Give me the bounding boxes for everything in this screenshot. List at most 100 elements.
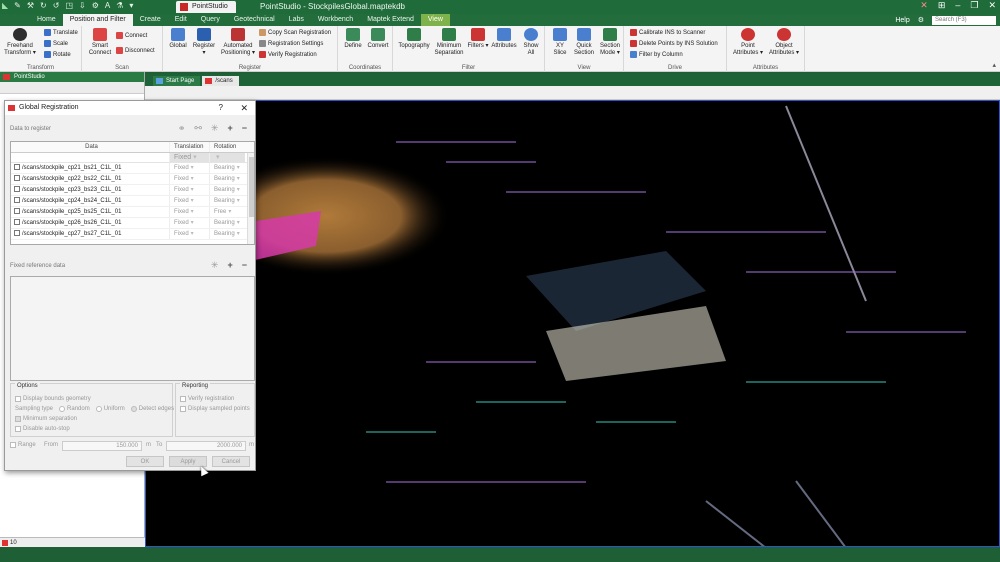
row-translation-select[interactable]: Fixed ▾ (169, 229, 209, 239)
tab-start-page[interactable]: Start Page (153, 76, 201, 86)
3d-viewport[interactable] (145, 100, 1000, 547)
tab-geotechnical[interactable]: Geotechnical (227, 14, 282, 26)
delete-points-ins-button[interactable]: Delete Points by INS Solution (630, 40, 718, 47)
text-tool-icon[interactable]: A (105, 1, 110, 10)
tab-view[interactable]: View (420, 14, 450, 26)
row-rotation-select[interactable]: Bearing ▾ (209, 196, 245, 206)
cancel-button[interactable]: Cancel (212, 456, 250, 467)
point-attributes-button[interactable]: Point Attributes ▾ (731, 28, 765, 57)
download-icon[interactable]: ⇩ (79, 1, 86, 10)
bulk-translation-select[interactable]: Fixed ▾ (169, 153, 209, 162)
minimize-icon[interactable]: – (955, 0, 960, 11)
row-translation-select[interactable]: Fixed ▾ (169, 218, 209, 228)
filter-by-column-button[interactable]: Filter by Column (630, 51, 683, 58)
add-icon[interactable]: + (227, 260, 232, 271)
detect-edges-radio[interactable] (130, 406, 137, 412)
uniform-radio[interactable] (95, 406, 102, 412)
minimum-separation-checkbox[interactable]: Minimum separation (15, 416, 77, 422)
registration-settings-button[interactable]: Registration Settings (259, 40, 323, 47)
topography-button[interactable]: Topography (397, 28, 431, 50)
col-translation[interactable]: Translation (169, 142, 209, 152)
quick-tool-icon[interactable]: ⚙ (92, 1, 99, 10)
table-scrollbar[interactable] (247, 153, 254, 244)
register-button[interactable]: Register ▾ (191, 28, 217, 57)
row-translation-select[interactable]: Fixed ▾ (169, 163, 209, 173)
filters-button[interactable]: Filters ▾ (467, 28, 489, 50)
attributes-button[interactable]: Attributes (489, 28, 519, 50)
unlink-icon[interactable]: ⚯ (194, 123, 202, 134)
quick-tool-icon[interactable]: ⚒ (27, 1, 34, 10)
quick-tool-icon[interactable]: ◳ (65, 1, 73, 10)
dropdown-icon[interactable]: ▾ (129, 1, 133, 10)
select-icon[interactable]: ✳ (211, 260, 219, 271)
col-data[interactable]: Data (11, 142, 169, 152)
table-row[interactable]: /scans/stockpile_cp23_bs23_C1L_01 Fixed ▾… (11, 185, 254, 196)
remove-icon[interactable]: − (242, 260, 247, 271)
table-row[interactable]: /scans/stockpile_cp27_bs27_C1L_01 Fixed ▾… (11, 229, 254, 240)
row-rotation-select[interactable]: Bearing ▾ (209, 185, 245, 195)
row-rotation-select[interactable]: Bearing ▾ (209, 229, 245, 239)
copy-scan-registration-button[interactable]: Copy Scan Registration (259, 29, 331, 36)
close-icon[interactable]: ✕ (988, 0, 996, 11)
show-all-button[interactable]: Show All (521, 28, 541, 57)
calibrate-ins-button[interactable]: Calibrate INS to Scanner (630, 29, 705, 36)
table-row[interactable]: /scans/stockpile_cp22_bs22_C1L_01 Fixed ▾… (11, 174, 254, 185)
disable-auto-stop-checkbox[interactable]: Disable auto-stop (15, 426, 70, 432)
tab-position-and-filter[interactable]: Position and Filter (62, 14, 133, 26)
app-tab[interactable]: PointStudio (176, 1, 236, 13)
tab-labs[interactable]: Labs (282, 14, 311, 26)
col-rotation[interactable]: Rotation (209, 142, 245, 152)
rotate-button[interactable]: Rotate (44, 51, 71, 58)
connect-button[interactable]: Connect (116, 32, 147, 39)
minimum-separation-button[interactable]: Minimum Separation (433, 28, 465, 57)
range-checkbox[interactable]: Range (10, 442, 36, 448)
translate-button[interactable]: Translate (44, 29, 78, 36)
add-icon[interactable]: + (227, 123, 232, 134)
scale-button[interactable]: Scale (44, 40, 68, 47)
ok-button[interactable]: OK (126, 456, 164, 467)
close-extra-icon[interactable]: ✕ (920, 0, 928, 11)
search-input[interactable]: Search (F3) (932, 15, 996, 25)
row-translation-select[interactable]: Fixed ▾ (169, 174, 209, 184)
layout-icon[interactable]: ⊞ (938, 0, 946, 11)
bulk-rotation-select[interactable]: ▾ (209, 153, 245, 162)
disconnect-button[interactable]: Disconnect (116, 47, 155, 54)
tab-edit[interactable]: Edit (168, 14, 194, 26)
convert-button[interactable]: Convert (366, 28, 390, 50)
collapse-ribbon-icon[interactable]: ▴ (992, 61, 996, 69)
define-button[interactable]: Define (342, 28, 364, 50)
xy-slice-button[interactable]: XY Slice (549, 28, 571, 57)
redo-icon[interactable]: ↻ (40, 1, 47, 10)
quick-tool-icon[interactable]: ⚗ (116, 1, 123, 10)
row-translation-select[interactable]: Fixed ▾ (169, 185, 209, 195)
row-rotation-select[interactable]: Bearing ▾ (209, 163, 245, 173)
tab-home[interactable]: Home (30, 14, 63, 26)
smart-connect-button[interactable]: Smart Connect (86, 28, 114, 57)
table-row[interactable]: /scans/stockpile_cp21_bs21_C1L_01 Fixed ▾… (11, 163, 254, 174)
display-sampled-checkbox[interactable]: Display sampled points (180, 406, 250, 412)
fixed-reference-list[interactable] (10, 276, 255, 381)
row-rotation-select[interactable]: Free ▾ (209, 207, 245, 217)
verify-registration-checkbox[interactable]: Verify registration (180, 396, 234, 402)
table-row[interactable]: /scans/stockpile_cp24_bs24_C1L_01 Fixed ▾… (11, 196, 254, 207)
link-icon[interactable]: ⚭ (178, 123, 186, 134)
help-link[interactable]: Help (895, 17, 909, 24)
tab-workbench[interactable]: Workbench (311, 14, 360, 26)
range-to-input[interactable]: 2000.000 (166, 441, 246, 451)
display-bounds-checkbox[interactable]: Display bounds geometry (15, 396, 91, 402)
freehand-transform-button[interactable]: Freehand Transform ▾ (4, 28, 36, 57)
select-icon[interactable]: ✳ (211, 123, 219, 134)
table-row[interactable]: /scans/stockpile_cp25_bs25_C1L_01 Fixed ▾… (11, 207, 254, 218)
row-rotation-select[interactable]: Bearing ▾ (209, 218, 245, 228)
random-radio[interactable] (59, 406, 66, 412)
tab-scans[interactable]: /scans (202, 76, 239, 86)
remove-icon[interactable]: − (242, 123, 247, 134)
settings-icon[interactable]: ⚙ (918, 16, 924, 24)
row-translation-select[interactable]: Fixed ▾ (169, 207, 209, 217)
range-from-input[interactable]: 150.000 (62, 441, 142, 451)
object-attributes-button[interactable]: Object Attributes ▾ (767, 28, 801, 57)
automated-positioning-button[interactable]: Automated Positioning ▾ (219, 28, 257, 57)
tab-create[interactable]: Create (133, 14, 168, 26)
help-button[interactable]: ? (219, 101, 223, 115)
global-button[interactable]: Global (167, 28, 189, 50)
